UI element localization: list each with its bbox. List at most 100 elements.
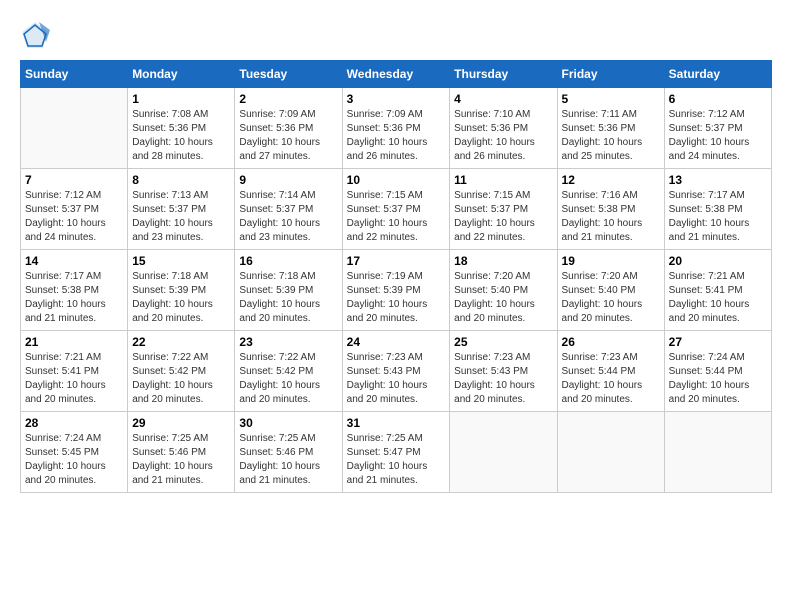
calendar-cell: 31 Sunrise: 7:25 AM Sunset: 5:47 PM Dayli… bbox=[342, 412, 450, 493]
day-number: 17 bbox=[347, 254, 446, 268]
calendar-cell: 5 Sunrise: 7:11 AM Sunset: 5:36 PM Daylig… bbox=[557, 88, 664, 169]
day-number: 1 bbox=[132, 92, 230, 106]
day-number: 5 bbox=[562, 92, 660, 106]
day-info: Sunrise: 7:25 AM Sunset: 5:47 PM Dayligh… bbox=[347, 432, 446, 488]
day-number: 29 bbox=[132, 416, 230, 430]
page-header bbox=[20, 20, 772, 50]
calendar-cell: 14 Sunrise: 7:17 AM Sunset: 5:38 PM Dayli… bbox=[21, 250, 128, 331]
calendar-cell: 26 Sunrise: 7:23 AM Sunset: 5:44 PM Dayli… bbox=[557, 331, 664, 412]
day-number: 2 bbox=[239, 92, 337, 106]
day-info: Sunrise: 7:24 AM Sunset: 5:44 PM Dayligh… bbox=[669, 351, 767, 407]
day-info: Sunrise: 7:16 AM Sunset: 5:38 PM Dayligh… bbox=[562, 189, 660, 245]
day-number: 22 bbox=[132, 335, 230, 349]
day-info: Sunrise: 7:08 AM Sunset: 5:36 PM Dayligh… bbox=[132, 108, 230, 164]
day-number: 16 bbox=[239, 254, 337, 268]
calendar-cell: 1 Sunrise: 7:08 AM Sunset: 5:36 PM Daylig… bbox=[128, 88, 235, 169]
calendar-cell: 9Sunrise: 7:14 AM Sunset: 5:37 PM Daylig… bbox=[235, 169, 342, 250]
calendar-cell: 24 Sunrise: 7:23 AM Sunset: 5:43 PM Dayli… bbox=[342, 331, 450, 412]
calendar-cell: 15 Sunrise: 7:18 AM Sunset: 5:39 PM Dayli… bbox=[128, 250, 235, 331]
day-number: 4 bbox=[454, 92, 552, 106]
day-number: 12 bbox=[562, 173, 660, 187]
calendar-cell: 23 Sunrise: 7:22 AM Sunset: 5:42 PM Dayli… bbox=[235, 331, 342, 412]
calendar-cell: 20 Sunrise: 7:21 AM Sunset: 5:41 PM Dayli… bbox=[664, 250, 771, 331]
day-number: 28 bbox=[25, 416, 123, 430]
calendar-cell: 8 Sunrise: 7:13 AM Sunset: 5:37 PM Daylig… bbox=[128, 169, 235, 250]
logo-icon bbox=[20, 20, 50, 50]
day-info: Sunrise: 7:15 AM Sunset: 5:37 PM Dayligh… bbox=[347, 189, 446, 245]
calendar-cell bbox=[21, 88, 128, 169]
calendar-cell: 7 Sunrise: 7:12 AM Sunset: 5:37 PM Daylig… bbox=[21, 169, 128, 250]
calendar-header-monday: Monday bbox=[128, 61, 235, 88]
day-number: 19 bbox=[562, 254, 660, 268]
calendar-header-wednesday: Wednesday bbox=[342, 61, 450, 88]
calendar-cell: 21Sunrise: 7:21 AM Sunset: 5:41 PM Dayli… bbox=[21, 331, 128, 412]
day-number: 10 bbox=[347, 173, 446, 187]
calendar-cell: 11Sunrise: 7:15 AM Sunset: 5:37 PM Dayli… bbox=[450, 169, 557, 250]
calendar-cell: 27 Sunrise: 7:24 AM Sunset: 5:44 PM Dayli… bbox=[664, 331, 771, 412]
calendar-cell: 2 Sunrise: 7:09 AM Sunset: 5:36 PM Daylig… bbox=[235, 88, 342, 169]
day-number: 27 bbox=[669, 335, 767, 349]
day-info: Sunrise: 7:25 AM Sunset: 5:46 PM Dayligh… bbox=[239, 432, 337, 488]
day-info: Sunrise: 7:11 AM Sunset: 5:36 PM Dayligh… bbox=[562, 108, 660, 164]
calendar-cell bbox=[557, 412, 664, 493]
calendar-cell: 25Sunrise: 7:23 AM Sunset: 5:43 PM Dayli… bbox=[450, 331, 557, 412]
day-info: Sunrise: 7:17 AM Sunset: 5:38 PM Dayligh… bbox=[25, 270, 123, 326]
calendar-header-friday: Friday bbox=[557, 61, 664, 88]
calendar-cell: 12 Sunrise: 7:16 AM Sunset: 5:38 PM Dayli… bbox=[557, 169, 664, 250]
day-info: Sunrise: 7:21 AM Sunset: 5:41 PM Dayligh… bbox=[669, 270, 767, 326]
day-info: Sunrise: 7:15 AM Sunset: 5:37 PM Dayligh… bbox=[454, 189, 552, 245]
calendar-header-row: SundayMondayTuesdayWednesdayThursdayFrid… bbox=[21, 61, 772, 88]
calendar-cell: 28 Sunrise: 7:24 AM Sunset: 5:45 PM Dayli… bbox=[21, 412, 128, 493]
calendar-week-row: 7 Sunrise: 7:12 AM Sunset: 5:37 PM Daylig… bbox=[21, 169, 772, 250]
day-number: 8 bbox=[132, 173, 230, 187]
day-info: Sunrise: 7:18 AM Sunset: 5:39 PM Dayligh… bbox=[239, 270, 337, 326]
calendar-cell: 16 Sunrise: 7:18 AM Sunset: 5:39 PM Dayli… bbox=[235, 250, 342, 331]
day-info: Sunrise: 7:18 AM Sunset: 5:39 PM Dayligh… bbox=[132, 270, 230, 326]
calendar-cell: 29Sunrise: 7:25 AM Sunset: 5:46 PM Dayli… bbox=[128, 412, 235, 493]
day-number: 6 bbox=[669, 92, 767, 106]
day-info: Sunrise: 7:17 AM Sunset: 5:38 PM Dayligh… bbox=[669, 189, 767, 245]
calendar-week-row: 1 Sunrise: 7:08 AM Sunset: 5:36 PM Daylig… bbox=[21, 88, 772, 169]
calendar-cell: 18Sunrise: 7:20 AM Sunset: 5:40 PM Dayli… bbox=[450, 250, 557, 331]
logo bbox=[20, 20, 54, 50]
day-info: Sunrise: 7:20 AM Sunset: 5:40 PM Dayligh… bbox=[454, 270, 552, 326]
calendar-cell: 10 Sunrise: 7:15 AM Sunset: 5:37 PM Dayli… bbox=[342, 169, 450, 250]
calendar-cell: 30Sunrise: 7:25 AM Sunset: 5:46 PM Dayli… bbox=[235, 412, 342, 493]
calendar-header-sunday: Sunday bbox=[21, 61, 128, 88]
calendar-cell: 17 Sunrise: 7:19 AM Sunset: 5:39 PM Dayli… bbox=[342, 250, 450, 331]
day-info: Sunrise: 7:24 AM Sunset: 5:45 PM Dayligh… bbox=[25, 432, 123, 488]
day-info: Sunrise: 7:23 AM Sunset: 5:43 PM Dayligh… bbox=[347, 351, 446, 407]
calendar-cell: 13 Sunrise: 7:17 AM Sunset: 5:38 PM Dayli… bbox=[664, 169, 771, 250]
calendar-week-row: 14 Sunrise: 7:17 AM Sunset: 5:38 PM Dayli… bbox=[21, 250, 772, 331]
day-info: Sunrise: 7:10 AM Sunset: 5:36 PM Dayligh… bbox=[454, 108, 552, 164]
day-number: 26 bbox=[562, 335, 660, 349]
day-number: 3 bbox=[347, 92, 446, 106]
day-info: Sunrise: 7:23 AM Sunset: 5:44 PM Dayligh… bbox=[562, 351, 660, 407]
day-number: 14 bbox=[25, 254, 123, 268]
day-number: 31 bbox=[347, 416, 446, 430]
day-info: Sunrise: 7:22 AM Sunset: 5:42 PM Dayligh… bbox=[132, 351, 230, 407]
day-info: Sunrise: 7:22 AM Sunset: 5:42 PM Dayligh… bbox=[239, 351, 337, 407]
day-number: 13 bbox=[669, 173, 767, 187]
day-number: 23 bbox=[239, 335, 337, 349]
day-info: Sunrise: 7:13 AM Sunset: 5:37 PM Dayligh… bbox=[132, 189, 230, 245]
day-number: 25 bbox=[454, 335, 552, 349]
day-number: 24 bbox=[347, 335, 446, 349]
day-info: Sunrise: 7:09 AM Sunset: 5:36 PM Dayligh… bbox=[239, 108, 337, 164]
day-info: Sunrise: 7:21 AM Sunset: 5:41 PM Dayligh… bbox=[25, 351, 123, 407]
day-info: Sunrise: 7:09 AM Sunset: 5:36 PM Dayligh… bbox=[347, 108, 446, 164]
calendar-header-saturday: Saturday bbox=[664, 61, 771, 88]
day-info: Sunrise: 7:19 AM Sunset: 5:39 PM Dayligh… bbox=[347, 270, 446, 326]
calendar-cell: 19Sunrise: 7:20 AM Sunset: 5:40 PM Dayli… bbox=[557, 250, 664, 331]
calendar-cell: 3 Sunrise: 7:09 AM Sunset: 5:36 PM Daylig… bbox=[342, 88, 450, 169]
day-number: 15 bbox=[132, 254, 230, 268]
calendar-cell: 22 Sunrise: 7:22 AM Sunset: 5:42 PM Dayli… bbox=[128, 331, 235, 412]
day-number: 20 bbox=[669, 254, 767, 268]
day-info: Sunrise: 7:14 AM Sunset: 5:37 PM Dayligh… bbox=[239, 189, 337, 245]
calendar-week-row: 21Sunrise: 7:21 AM Sunset: 5:41 PM Dayli… bbox=[21, 331, 772, 412]
day-info: Sunrise: 7:12 AM Sunset: 5:37 PM Dayligh… bbox=[669, 108, 767, 164]
day-info: Sunrise: 7:12 AM Sunset: 5:37 PM Dayligh… bbox=[25, 189, 123, 245]
day-number: 7 bbox=[25, 173, 123, 187]
calendar-header-thursday: Thursday bbox=[450, 61, 557, 88]
calendar-cell: 6 Sunrise: 7:12 AM Sunset: 5:37 PM Daylig… bbox=[664, 88, 771, 169]
